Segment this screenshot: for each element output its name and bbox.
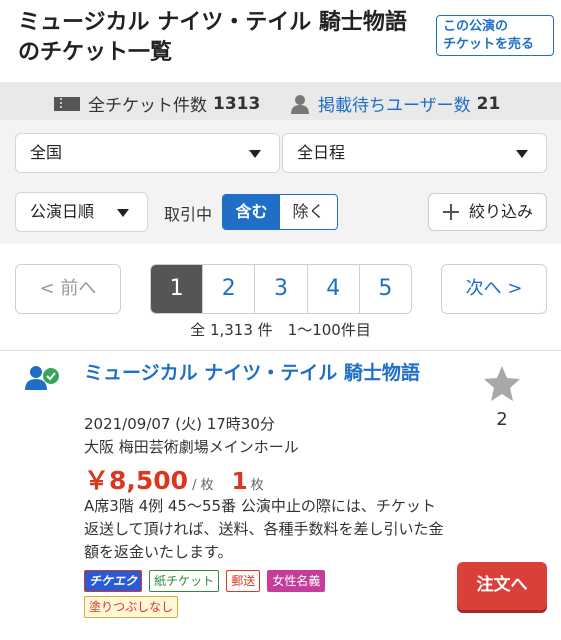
next-page-button[interactable]: 次へ >: [441, 264, 547, 314]
sell-tickets-button[interactable]: この公演の チケットを売る: [436, 15, 554, 56]
user-icon: [291, 94, 309, 114]
sell-button-label-line2: チケットを売る: [443, 37, 535, 52]
prev-page-button[interactable]: < 前へ: [15, 264, 121, 314]
page-number[interactable]: 3: [254, 265, 306, 313]
pagination: < 前へ 1 2 3 4 5 次へ > 全 1,313 件 1〜100件目: [0, 244, 561, 350]
trade-status-label: 取引中: [164, 205, 213, 224]
page-number[interactable]: 2: [202, 265, 254, 313]
trade-status-toggle: 含む 除く: [222, 194, 338, 230]
exclude-option[interactable]: 除く: [280, 195, 337, 229]
plus-icon: [443, 204, 459, 220]
listing-description: A席3階 4例 45〜55番 公演中止の際には、チケット返送して頂ければ、送料、…: [84, 497, 444, 561]
waiting-users-link[interactable]: 掲載待ちユーザー数: [318, 91, 471, 116]
schedule-select-value: 全日程: [297, 143, 346, 162]
ticket-count-value: 1313: [213, 93, 261, 114]
ticket-count-stat: 全チケット件数 1313: [54, 91, 260, 116]
result-count: 全 1,313 件 1〜100件目: [190, 321, 371, 339]
region-select[interactable]: 全国: [15, 133, 280, 173]
price-unit: / 枚: [192, 478, 214, 493]
page-title: ミュージカル ナイツ・テイル 騎士物語のチケット一覧: [18, 10, 407, 65]
page-number[interactable]: 5: [358, 265, 411, 313]
verified-seller-icon: [25, 366, 59, 390]
schedule-select[interactable]: 全日程: [282, 133, 547, 173]
ticket-listing: ミュージカル ナイツ・テイル 騎士物語 2021/09/07 (火) 17時30…: [0, 351, 561, 640]
chevron-down-icon: [117, 209, 129, 217]
page-number-group: 1 2 3 4 5: [150, 264, 412, 314]
quantity-value: 1: [231, 469, 248, 495]
filter-area: 全国 全日程 公演日順 取引中 含む 除く 絞り込み: [0, 120, 561, 244]
tag-no-fill: 塗りつぶしなし: [84, 596, 179, 618]
favorite-count: 2: [496, 409, 508, 430]
order-button[interactable]: 注文へ: [457, 562, 547, 610]
sort-select-value: 公演日順: [30, 202, 95, 221]
page-header: ミュージカル ナイツ・テイル 騎士物語のチケット一覧 この公演の チケットを売る: [0, 0, 561, 82]
include-option[interactable]: 含む: [223, 195, 280, 229]
tag-female-name: 女性名義: [267, 570, 326, 592]
stats-bar: 全チケット件数 1313 掲載待ちユーザー数 21: [0, 82, 561, 120]
price-value: ￥8,500: [84, 466, 189, 495]
tag-paper-ticket: 紙チケット: [149, 570, 220, 592]
waiting-users-stat: 掲載待ちユーザー数 21: [290, 91, 500, 116]
waiting-users-value: 21: [476, 93, 501, 114]
page-number-current[interactable]: 1: [151, 265, 203, 313]
chevron-down-icon: [249, 150, 261, 158]
tag-mail: 郵送: [226, 570, 261, 592]
event-date: 2021/09/07 (火) 17時30分: [84, 415, 275, 433]
sort-select[interactable]: 公演日順: [15, 192, 148, 232]
region-select-value: 全国: [30, 143, 63, 162]
sell-button-label-line1: この公演の: [443, 19, 509, 34]
star-icon[interactable]: [483, 365, 521, 403]
event-title-link[interactable]: ミュージカル ナイツ・テイル 騎士物語: [84, 361, 444, 386]
price-row: ￥8,500 / 枚 1 枚: [84, 461, 264, 497]
tag-list: チケエク 紙チケット 郵送 女性名義 塗りつぶしなし: [84, 570, 384, 622]
event-venue: 大阪 梅田芸術劇場メインホール: [84, 438, 299, 456]
quantity-unit: 枚: [250, 478, 264, 493]
chevron-down-icon: [516, 150, 528, 158]
tag-ticketeq: チケエク: [84, 570, 143, 592]
ticket-count-label: 全チケット件数: [88, 96, 207, 116]
refine-button-label: 絞り込み: [469, 202, 534, 221]
refine-button[interactable]: 絞り込み: [428, 193, 547, 231]
ticket-icon: [54, 96, 80, 111]
page-number[interactable]: 4: [306, 265, 359, 313]
